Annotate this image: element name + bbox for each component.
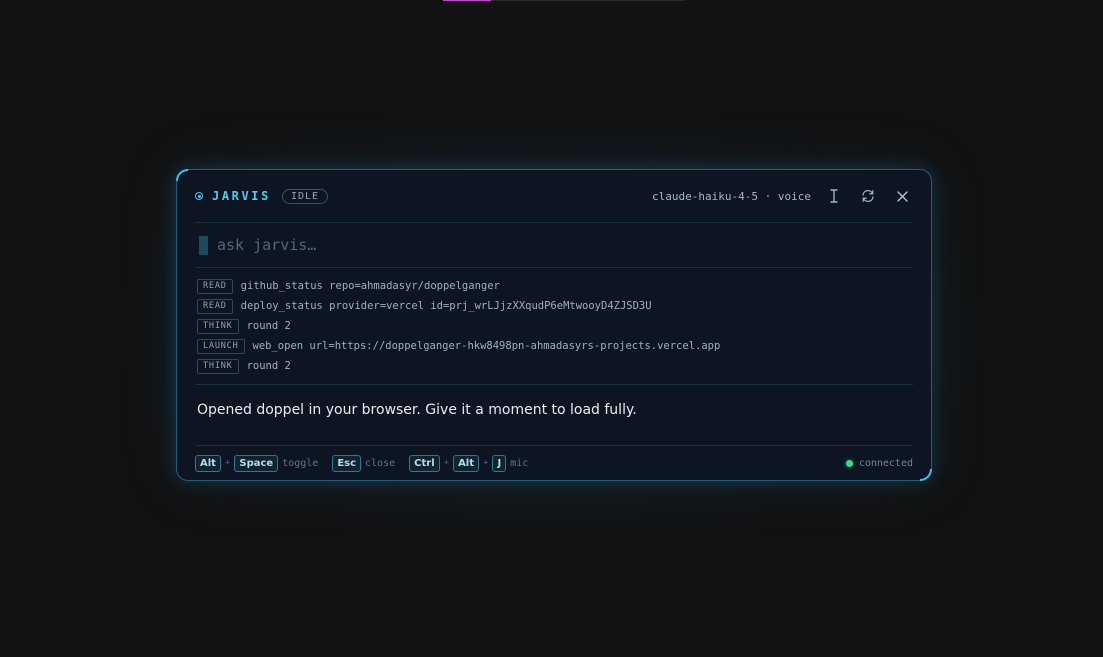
log-text: deploy_status provider=vercel id=prj_wrL… <box>240 300 652 312</box>
log-row: THINK round 2 <box>197 356 913 376</box>
shortcut-hint: mic <box>510 457 529 469</box>
shortcut-footer: Alt + Space toggle Esc close Ctrl + Alt + Jmic con… <box>195 454 913 472</box>
model-label: claude-haiku-4-5 · voice <box>652 189 811 203</box>
state-badge: IDLE <box>281 188 329 204</box>
close-button[interactable] <box>891 185 913 207</box>
key-plus-separator: + <box>443 458 450 468</box>
log-row: LAUNCH web_open url=https://doppelganger-… <box>197 336 913 356</box>
log-divider <box>195 384 913 385</box>
log-tag: THINK <box>197 318 239 334</box>
progress-bar <box>443 0 685 1</box>
progress-bar-fill <box>443 0 492 1</box>
refresh-button[interactable] <box>857 185 879 207</box>
connection-label: connected <box>858 457 913 469</box>
input-cursor <box>199 235 208 255</box>
corner-accent-top-left <box>176 169 188 181</box>
footer-divider <box>195 445 913 446</box>
key-plus-separator: + <box>483 458 489 468</box>
text-cursor-icon <box>830 189 838 203</box>
connected-dot-icon <box>845 459 853 467</box>
close-icon <box>896 190 908 202</box>
ask-input-row <box>195 223 913 268</box>
log-tag: LAUNCH <box>197 338 245 354</box>
shortcut-hint: close <box>365 457 396 469</box>
jarvis-panel: JARVIS IDLE claude-haiku-4-5 · voice ask… <box>176 169 932 481</box>
key-plus-separator: + <box>224 458 231 468</box>
key-cap: J <box>492 454 507 472</box>
shortcut-hint: toggle <box>282 457 319 469</box>
log-text: round 2 <box>246 320 291 332</box>
log-tag: READ <box>197 298 233 314</box>
log-text: round 2 <box>246 360 291 372</box>
log-row: THINK round 2 <box>197 316 913 336</box>
log-text: github_status repo=ahmadasyr/doppelgange… <box>240 280 500 292</box>
refresh-icon <box>862 189 874 203</box>
header-controls: claude-haiku-4-5 · voice <box>652 185 913 207</box>
key-cap: Space <box>234 454 279 472</box>
shortcut-list: Alt + Space toggle Esc close Ctrl + Alt + Jmic <box>195 454 542 472</box>
corner-accent-bottom-right <box>920 469 932 481</box>
log-row: READ github_status repo=ahmadasyr/doppelg… <box>197 276 913 296</box>
log-row: READ deploy_status provider=vercel id=prj… <box>197 296 913 316</box>
assistant-response: Opened doppel in your browser. Give it a… <box>197 402 637 418</box>
log-text: web_open url=https://doppelganger-hkw849… <box>252 340 721 352</box>
text-mode-button[interactable] <box>823 185 845 207</box>
ask-input[interactable] <box>217 236 817 254</box>
status-dot-icon <box>195 192 203 200</box>
log-tag: THINK <box>197 358 239 374</box>
connection-status: connected <box>845 457 913 469</box>
log-tag: READ <box>197 278 233 294</box>
app-title: JARVIS <box>212 189 271 203</box>
panel-header: JARVIS IDLE claude-haiku-4-5 · voice <box>195 170 913 223</box>
key-cap: Esc <box>332 454 362 472</box>
key-cap: Ctrl <box>409 454 440 472</box>
key-cap: Alt <box>195 454 221 472</box>
activity-log: READ github_status repo=ahmadasyr/doppelg… <box>197 276 913 376</box>
key-cap: Alt <box>453 454 480 472</box>
